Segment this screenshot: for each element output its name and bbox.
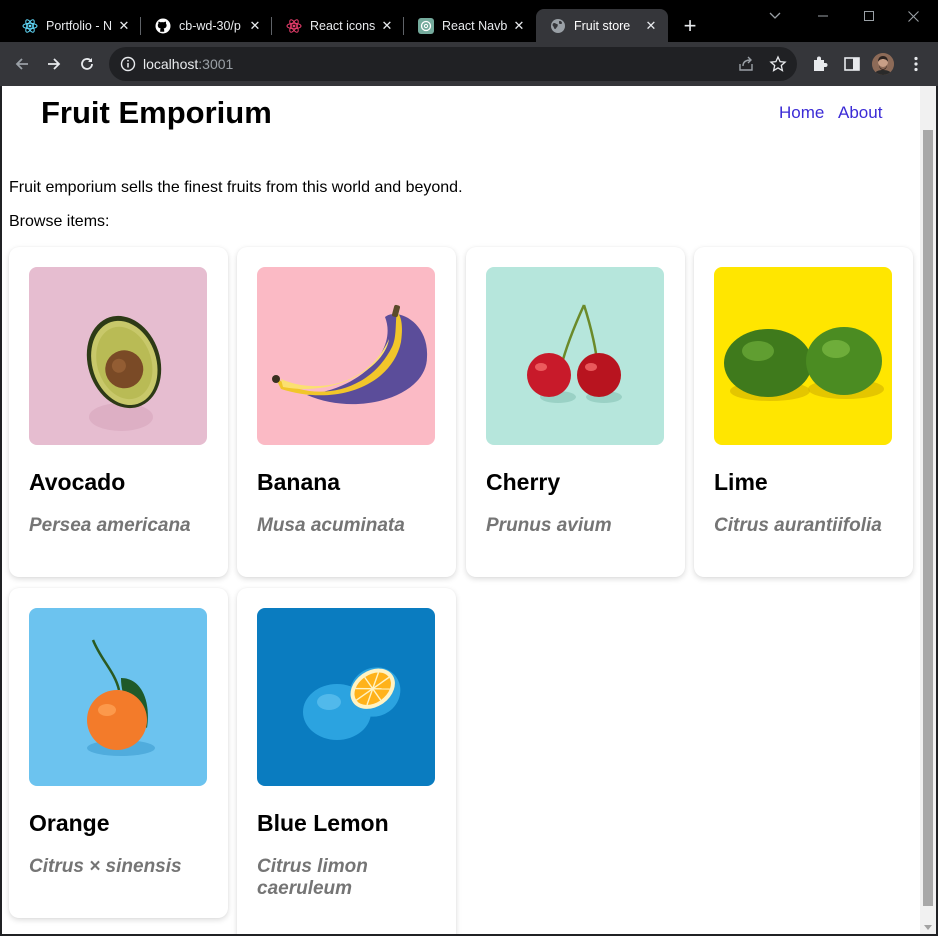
lime-image [714, 267, 892, 445]
new-tab-plus-icon[interactable]: + [678, 13, 702, 38]
fruit-card-avocado[interactable]: Avocado Persea americana [9, 247, 228, 577]
minimize-icon[interactable] [800, 4, 846, 28]
info-icon[interactable] [119, 55, 137, 73]
avocado-image [29, 267, 207, 445]
more-menu-icon[interactable] [906, 54, 926, 74]
fruit-card-cherry[interactable]: Cherry Prunus avium [466, 247, 685, 577]
close-icon[interactable]: ✕ [378, 17, 396, 35]
fruit-name: Blue Lemon [257, 810, 389, 836]
browser-toolbar: localhost:3001 [0, 42, 938, 86]
nav-about-link[interactable]: About [838, 103, 882, 123]
page-scrollbar[interactable] [920, 86, 936, 934]
tab-title: React Navb [442, 18, 508, 33]
tab-title: React icons [310, 18, 376, 33]
nav-home-link[interactable]: Home [779, 103, 824, 123]
address-bar[interactable]: localhost:3001 [109, 47, 797, 81]
github-icon [155, 18, 171, 34]
fruit-card-lime[interactable]: Lime Citrus aurantiifolia [694, 247, 913, 577]
reload-icon[interactable] [73, 50, 101, 78]
browse-label: Browse items: [9, 213, 110, 230]
side-panel-icon[interactable] [842, 54, 862, 74]
scrollbar-thumb[interactable] [923, 130, 933, 906]
cherry-image [486, 267, 664, 445]
close-icon[interactable]: ✕ [642, 17, 660, 35]
orange-image [29, 608, 207, 786]
fruit-scientific-name: Prunus avium [486, 515, 612, 536]
forward-arrow-icon[interactable] [40, 50, 68, 78]
fruit-scientific-name: Citrus × sinensis [29, 856, 182, 877]
close-icon[interactable]: ✕ [246, 17, 264, 35]
tab-title: Portfolio - N [46, 18, 112, 33]
fruit-scientific-name: Citrus aurantiifolia [714, 515, 882, 536]
tab-fruit-store[interactable]: Fruit store ✕ [536, 9, 668, 42]
react-icon [286, 18, 302, 34]
globe-icon [550, 18, 566, 34]
tab-portfolio[interactable]: Portfolio - N ✕ [8, 9, 141, 42]
url-port: :3001 [198, 56, 234, 72]
fruit-scientific-name: Persea americana [29, 515, 191, 536]
site-title: Fruit Emporium [41, 95, 272, 130]
react-icon [22, 18, 38, 34]
tab-react-navbar[interactable]: React Navb ✕ [404, 9, 536, 42]
scroll-down-arrow-icon[interactable] [924, 925, 932, 930]
tab-strip: Portfolio - N ✕ cb-wd-30/p ✕ React icons… [0, 0, 938, 42]
page-viewport: Fruit Emporium Home About Fruit emporium… [2, 86, 920, 934]
extensions-puzzle-icon[interactable] [810, 54, 830, 74]
back-arrow-icon[interactable] [8, 50, 36, 78]
fruit-scientific-name: Musa acuminata [257, 515, 405, 536]
tab-react-icons[interactable]: React icons ✕ [272, 9, 404, 42]
intro-text: Fruit emporium sells the finest fruits f… [9, 179, 463, 196]
url-host: localhost [143, 56, 199, 72]
fruit-card-banana[interactable]: Banana Musa acuminata [237, 247, 456, 577]
close-icon[interactable]: ✕ [510, 17, 528, 35]
openai-icon [418, 17, 434, 34]
url-text: localhost:3001 [143, 56, 233, 72]
star-icon[interactable] [769, 55, 787, 73]
fruit-name: Avocado [29, 469, 126, 495]
tab-title: Fruit store [574, 18, 631, 33]
maximize-icon[interactable] [846, 4, 892, 28]
fruit-name: Cherry [486, 469, 561, 495]
fruit-name: Banana [257, 469, 341, 495]
fruit-card-blue-lemon[interactable]: Blue Lemon Citrus limon caeruleum [237, 588, 456, 934]
blue-lemon-image [257, 608, 435, 786]
fruit-scientific-name: Citrus limon caeruleum [257, 856, 368, 899]
banana-image [257, 267, 435, 445]
close-icon[interactable]: ✕ [115, 17, 133, 35]
tab-title: cb-wd-30/p [179, 18, 241, 33]
fruit-name: Lime [714, 469, 768, 495]
share-icon[interactable] [737, 55, 755, 73]
browser-window: Portfolio - N ✕ cb-wd-30/p ✕ React icons… [0, 0, 938, 936]
window-close-icon[interactable] [890, 4, 936, 28]
tab-github[interactable]: cb-wd-30/p ✕ [141, 9, 272, 42]
tab-search-chevron-icon[interactable] [752, 4, 798, 28]
fruit-card-orange[interactable]: Orange Citrus × sinensis [9, 588, 228, 918]
profile-avatar[interactable] [872, 53, 894, 75]
fruit-name: Orange [29, 810, 110, 836]
